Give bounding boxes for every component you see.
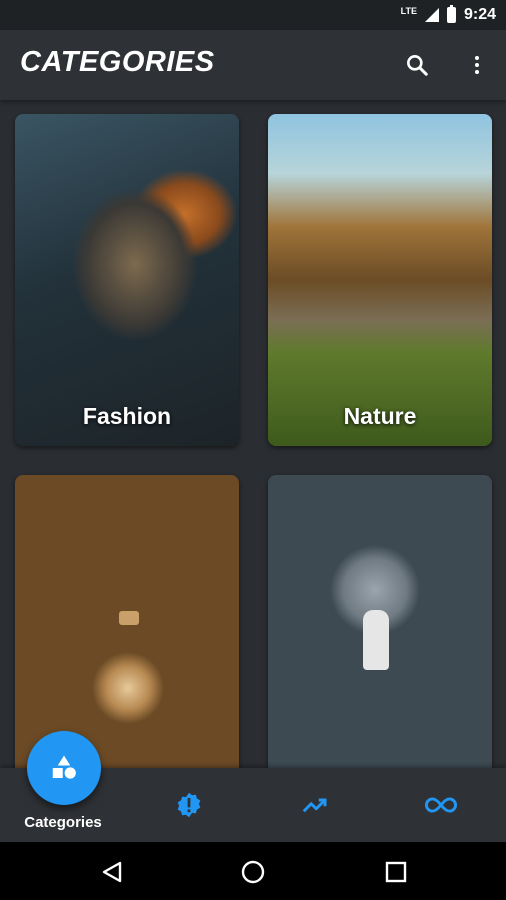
infinity-icon xyxy=(424,797,458,813)
nav-item-infinite[interactable] xyxy=(378,768,504,842)
status-icons: LTE 9:24 xyxy=(401,4,496,26)
category-card-space[interactable] xyxy=(268,475,492,768)
system-navigation-bar xyxy=(0,842,506,900)
category-label: Nature xyxy=(343,403,417,429)
search-icon xyxy=(407,55,428,76)
back-icon xyxy=(102,861,122,883)
search-button[interactable] xyxy=(401,49,433,81)
home-button[interactable] xyxy=(235,854,271,890)
recents-button[interactable] xyxy=(378,854,414,890)
category-label: Fashion xyxy=(82,403,172,429)
page-title: CATEGORIES xyxy=(20,46,215,78)
back-button[interactable] xyxy=(94,854,130,890)
new-badge-icon xyxy=(177,792,201,818)
more-vert-icon xyxy=(475,56,479,74)
more-options-button[interactable] xyxy=(461,49,493,81)
status-time: 9:24 xyxy=(463,6,496,23)
category-card-nature[interactable]: Nature xyxy=(268,114,492,446)
battery-icon xyxy=(446,5,456,23)
app-bar: CATEGORIES xyxy=(0,30,506,100)
ornament-image xyxy=(119,611,139,625)
nav-item-new[interactable] xyxy=(126,768,252,842)
signal-icon xyxy=(424,8,439,22)
astronaut-image xyxy=(363,610,389,670)
lte-indicator: LTE xyxy=(400,6,417,16)
nav-label-categories: Categories xyxy=(24,814,102,831)
trending-icon xyxy=(302,798,327,813)
home-icon xyxy=(241,860,265,884)
status-bar: LTE 9:24 xyxy=(0,0,506,30)
categories-shapes-icon xyxy=(52,755,76,779)
recents-icon xyxy=(385,861,407,883)
categories-fab-button[interactable] xyxy=(27,731,101,805)
nav-item-trending[interactable] xyxy=(252,768,378,842)
category-card-fashion[interactable]: Fashion xyxy=(15,114,239,446)
category-grid: Fashion Nature xyxy=(0,100,506,768)
category-card-ornaments[interactable] xyxy=(15,475,239,768)
